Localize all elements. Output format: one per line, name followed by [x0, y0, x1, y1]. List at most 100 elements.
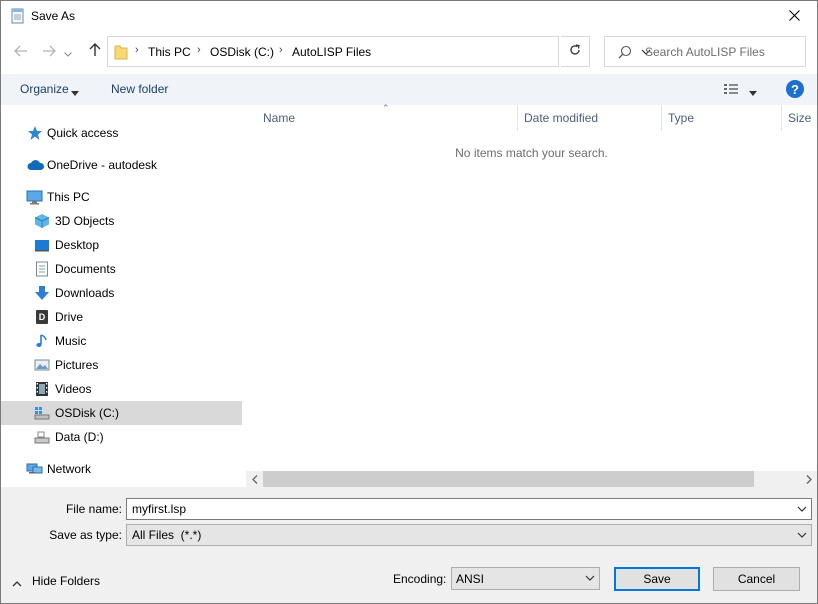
- pictures-icon: [34, 357, 50, 373]
- nav-item-label: OSDisk (C:): [55, 406, 119, 420]
- column-header-size[interactable]: Size: [788, 111, 811, 125]
- nav-item-network[interactable]: Network: [1, 457, 242, 481]
- nav-item-label: Downloads: [55, 286, 115, 300]
- nav-item-label: Videos: [55, 382, 92, 396]
- nav-item-label: Documents: [55, 262, 116, 276]
- nav-item-quick-access[interactable]: Quick access: [1, 121, 242, 145]
- encoding-label: Encoding:: [393, 572, 447, 586]
- nav-item-documents[interactable]: Documents: [1, 257, 242, 281]
- nav-item-label: Desktop: [55, 238, 100, 252]
- chevron-down-icon: [584, 572, 596, 587]
- chevron-down-icon[interactable]: [795, 502, 809, 519]
- empty-list-message: No items match your search.: [455, 146, 608, 160]
- 3d-objects-icon: [34, 213, 50, 229]
- refresh-icon: [569, 44, 581, 59]
- search-input[interactable]: Search AutoLISP Files: [645, 45, 765, 59]
- chevron-up-icon: [12, 576, 22, 590]
- window-title: Save As: [31, 9, 76, 23]
- column-divider[interactable]: [517, 105, 518, 131]
- nav-item-label: This PC: [47, 190, 90, 204]
- this-pc-icon: [26, 189, 43, 205]
- nav-item-drive[interactable]: D Drive: [1, 305, 242, 329]
- breadcrumb-this-pc[interactable]: This PC: [148, 45, 191, 59]
- view-options-dropdown[interactable]: [749, 85, 757, 99]
- nav-item-onedrive[interactable]: OneDrive - autodesk: [1, 153, 242, 177]
- organize-button[interactable]: Organize: [20, 82, 69, 96]
- search-box[interactable]: Search AutoLISP Files: [604, 36, 806, 67]
- nav-item-label: 3D Objects: [55, 214, 115, 228]
- cancel-button[interactable]: Cancel: [713, 567, 800, 591]
- forward-arrow-icon: [42, 44, 56, 61]
- help-icon[interactable]: ?: [786, 80, 804, 98]
- svg-text:D: D: [39, 312, 46, 322]
- nav-item-3d-objects[interactable]: 3D Objects: [1, 209, 242, 233]
- data-drive-icon: [34, 429, 50, 445]
- nav-item-label: Data (D:): [55, 430, 104, 444]
- up-arrow-icon: [89, 43, 101, 61]
- change-view-icon[interactable]: [723, 82, 741, 99]
- nav-item-this-pc[interactable]: This PC: [1, 185, 242, 209]
- drive-icon: D: [34, 309, 50, 325]
- folder-icon: [114, 44, 128, 60]
- column-header-name[interactable]: Name: [263, 111, 295, 125]
- nav-item-pictures[interactable]: Pictures: [1, 353, 242, 377]
- column-header-type[interactable]: Type: [668, 111, 694, 125]
- horizontal-scrollbar[interactable]: [246, 471, 817, 487]
- save-as-type-value: All Files (*.*): [132, 528, 202, 542]
- save-as-dialog: Save As › This PC › OSDisk (C:) › AutoLI…: [0, 0, 818, 604]
- nav-item-label: Quick access: [47, 126, 119, 140]
- chevron-down-icon: [64, 44, 72, 61]
- nav-item-data-drive[interactable]: Data (D:): [1, 425, 242, 449]
- nav-item-videos[interactable]: Videos: [1, 377, 242, 401]
- file-name-input[interactable]: myfirst.lsp: [126, 498, 812, 520]
- nav-item-desktop[interactable]: Desktop: [1, 233, 242, 257]
- file-name-label: File name:: [65, 502, 122, 516]
- back-arrow-icon: [14, 44, 28, 61]
- onedrive-cloud-icon: [27, 157, 45, 173]
- up-button[interactable]: [84, 41, 106, 63]
- scroll-right-icon[interactable]: [800, 471, 817, 487]
- notepad-app-icon: [10, 8, 26, 24]
- column-divider[interactable]: [781, 105, 782, 131]
- address-bar[interactable]: › This PC › OSDisk (C:) › AutoLISP Files: [107, 36, 651, 67]
- encoding-value: ANSI: [456, 572, 485, 586]
- scrollbar-thumb[interactable]: [263, 471, 754, 487]
- chevron-right-icon: ›: [279, 44, 283, 56]
- sort-ascending-icon: ⌃: [382, 103, 390, 113]
- close-button[interactable]: [771, 1, 817, 32]
- breadcrumb-autolisp-files[interactable]: AutoLISP Files: [292, 45, 371, 59]
- save-button[interactable]: Save: [614, 567, 700, 591]
- forward-button[interactable]: [38, 41, 60, 63]
- nav-item-music[interactable]: Music: [1, 329, 242, 353]
- breadcrumb-osdisk[interactable]: OSDisk (C:): [210, 45, 274, 59]
- downloads-icon: [34, 285, 50, 301]
- file-list: ⌃ Name Date modified Type Size No items …: [246, 103, 817, 471]
- save-as-type-select[interactable]: All Files (*.*): [126, 524, 812, 546]
- refresh-button[interactable]: [561, 36, 590, 67]
- encoding-select[interactable]: ANSI: [451, 567, 600, 590]
- column-header-date-modified[interactable]: Date modified: [524, 111, 598, 125]
- save-form-area: File name: myfirst.lsp Save as type: All…: [1, 487, 817, 603]
- nav-item-osdisk[interactable]: OSDisk (C:): [1, 401, 242, 425]
- nav-item-downloads[interactable]: Downloads: [1, 281, 242, 305]
- chevron-right-icon: ›: [197, 44, 201, 56]
- recent-locations-button[interactable]: [61, 41, 75, 63]
- address-row: › This PC › OSDisk (C:) › AutoLISP Files…: [1, 36, 817, 68]
- save-as-type-label: Save as type:: [49, 528, 122, 542]
- column-divider[interactable]: [661, 105, 662, 131]
- quick-access-star-icon: [27, 125, 43, 141]
- new-folder-button[interactable]: New folder: [111, 82, 168, 96]
- music-icon: [34, 333, 50, 349]
- back-button[interactable]: [10, 41, 32, 63]
- nav-item-label: Pictures: [55, 358, 99, 372]
- close-icon: [788, 9, 800, 24]
- hide-folders-label: Hide Folders: [32, 574, 101, 588]
- osdisk-icon: [34, 405, 50, 421]
- title-bar: Save As: [1, 1, 817, 32]
- nav-item-label: Drive: [55, 310, 84, 324]
- documents-icon: [34, 261, 50, 277]
- nav-item-label: Network: [47, 462, 92, 476]
- caret-down-icon: [71, 85, 79, 99]
- scroll-left-icon[interactable]: [246, 471, 263, 487]
- nav-item-label: Music: [55, 334, 87, 348]
